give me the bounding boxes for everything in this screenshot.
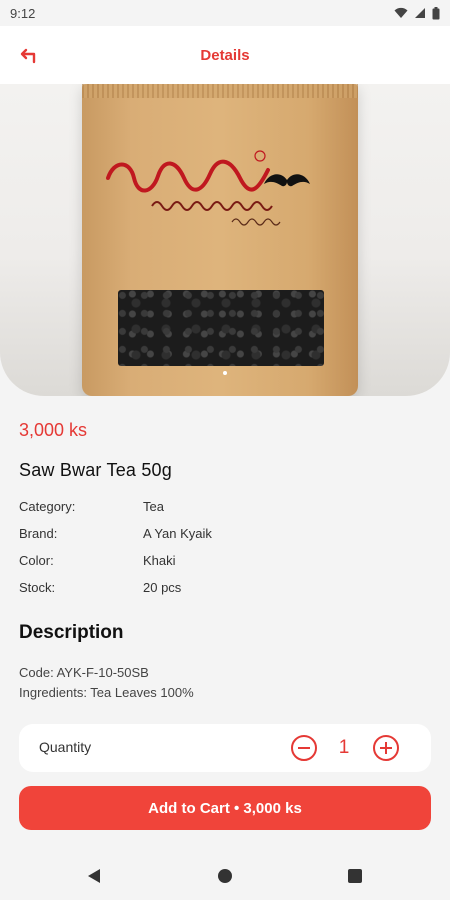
attribute-label: Category:: [19, 499, 76, 514]
add-to-cart-button[interactable]: Add to Cart • 3,000 ks: [19, 786, 431, 830]
status-bar: 9:12: [0, 0, 450, 26]
attribute-value: 20 pcs: [143, 580, 182, 595]
attribute-label: Brand:: [19, 526, 58, 541]
mustache-icon: [264, 174, 310, 187]
battery-icon: [432, 6, 440, 19]
quantity-stepper: Quantity 1: [19, 724, 431, 772]
product-price: 3,000 ks: [19, 420, 88, 440]
nav-back-icon[interactable]: [86, 868, 102, 884]
quantity-label: Quantity: [39, 739, 92, 755]
attribute-value: A Yan Kyaik: [143, 526, 212, 541]
attribute-value: Khaki: [143, 553, 176, 568]
description-title: Description: [19, 622, 124, 643]
nav-home-icon[interactable]: [218, 869, 232, 883]
status-time: 9:12: [10, 5, 36, 21]
quantity-value: 1: [338, 737, 350, 758]
decrease-quantity-button[interactable]: [291, 735, 317, 761]
product-name: Saw Bwar Tea 50g: [19, 460, 172, 480]
app-bar: Details: [0, 26, 450, 84]
back-arrow-icon: [20, 48, 36, 64]
attribute-label: Color:: [19, 553, 54, 568]
attribute-row-brand: Brand: A Yan Kyaik: [19, 526, 419, 544]
attribute-row-stock: Stock: 20 pcs: [19, 580, 419, 598]
increase-quantity-button[interactable]: [373, 735, 399, 761]
add-to-cart-label: Add to Cart • 3,000 ks: [148, 799, 302, 817]
page-title: Details: [200, 46, 250, 64]
status-icons: [394, 6, 440, 20]
attribute-row-category: Category: Tea: [19, 499, 419, 517]
back-button[interactable]: [14, 40, 46, 72]
carousel-dot[interactable]: [223, 371, 227, 375]
description-line: Code: AYK-F-10-50SB: [19, 665, 149, 680]
attribute-row-color: Color: Khaki: [19, 553, 419, 571]
tea-leaves-window: [118, 290, 324, 366]
wifi-icon: [394, 7, 408, 18]
system-nav-bar: [0, 852, 450, 900]
minus-icon: [298, 747, 310, 749]
signal-icon: [415, 8, 425, 18]
description-line: Ingredients: Tea Leaves 100%: [19, 685, 194, 700]
attribute-label: Stock:: [19, 580, 56, 595]
product-image[interactable]: [0, 84, 450, 396]
label-script: [151, 201, 281, 226]
attribute-value: Tea: [143, 499, 164, 514]
nav-recents-icon[interactable]: [348, 869, 362, 883]
